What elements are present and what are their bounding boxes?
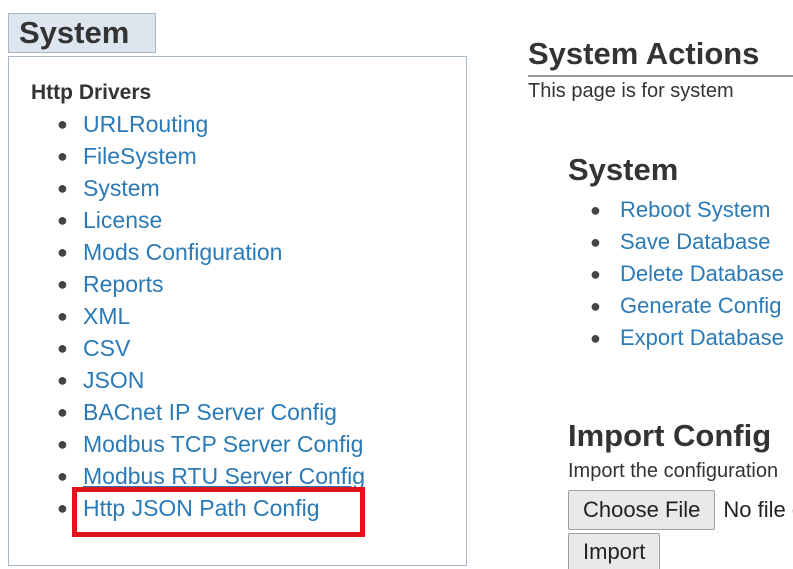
system-link[interactable]: System bbox=[83, 175, 160, 201]
bullet-icon: ● bbox=[57, 402, 68, 422]
list-item: ● Mods Configuration bbox=[31, 236, 365, 268]
save-database-link[interactable]: Save Database bbox=[620, 229, 770, 254]
bullet-icon: ● bbox=[57, 210, 68, 230]
list-item: ● License bbox=[31, 204, 365, 236]
list-item: ● Http JSON Path Config bbox=[31, 492, 365, 524]
page-description: This page is for system bbox=[528, 80, 734, 102]
http-drivers-list: ● URLRouting ● FileSystem ● System ● License… bbox=[31, 108, 365, 524]
bullet-icon: ● bbox=[590, 328, 601, 348]
import-row: Import bbox=[568, 533, 661, 569]
reboot-system-link[interactable]: Reboot System bbox=[620, 197, 770, 222]
modbus-tcp-server-config-link[interactable]: Modbus TCP Server Config bbox=[83, 431, 363, 457]
page-title: System Actions bbox=[528, 36, 760, 71]
list-item: ● BACnet IP Server Config bbox=[31, 396, 365, 428]
list-item: ● Reports bbox=[31, 268, 365, 300]
main-content: System Actions This page is for system S… bbox=[520, 0, 793, 569]
delete-database-link[interactable]: Delete Database bbox=[620, 261, 784, 286]
list-item: ● System bbox=[31, 172, 365, 204]
mods-configuration-link[interactable]: Mods Configuration bbox=[83, 239, 282, 265]
list-item: ● JSON bbox=[31, 364, 365, 396]
bullet-icon: ● bbox=[590, 296, 601, 316]
bacnet-ip-server-config-link[interactable]: BACnet IP Server Config bbox=[83, 399, 337, 425]
list-item: ● Generate Config bbox=[568, 290, 784, 322]
system-actions-list: ● Reboot System ● Save Database ● Delete Da… bbox=[568, 194, 784, 354]
list-item: ● Export Database bbox=[568, 322, 784, 354]
bullet-icon: ● bbox=[57, 242, 68, 262]
list-item: ● Modbus TCP Server Config bbox=[31, 428, 365, 460]
file-status-text: No file chosen bbox=[723, 497, 793, 522]
license-link[interactable]: License bbox=[83, 207, 162, 233]
list-item: ● URLRouting bbox=[31, 108, 365, 140]
urlrouting-link[interactable]: URLRouting bbox=[83, 111, 208, 137]
list-item: ● Delete Database bbox=[568, 258, 784, 290]
http-drivers-heading: Http Drivers bbox=[31, 81, 152, 104]
system-section-title: System bbox=[568, 152, 679, 187]
bullet-icon: ● bbox=[57, 498, 68, 518]
list-item: ● Reboot System bbox=[568, 194, 784, 226]
export-database-link[interactable]: Export Database bbox=[620, 325, 784, 350]
list-item: ● FileSystem bbox=[31, 140, 365, 172]
import-config-title: Import Config bbox=[568, 418, 772, 453]
choose-file-button[interactable]: Choose File bbox=[568, 490, 716, 530]
bullet-icon: ● bbox=[590, 200, 601, 220]
import-button[interactable]: Import bbox=[568, 533, 661, 569]
bullet-icon: ● bbox=[57, 178, 68, 198]
bullet-icon: ● bbox=[57, 466, 68, 486]
page: System Http Drivers ● URLRouting ● FileSys… bbox=[0, 0, 793, 569]
bullet-icon: ● bbox=[57, 370, 68, 390]
file-input[interactable]: Choose File No file chosen bbox=[568, 490, 793, 530]
import-config-description: Import the configuration bbox=[568, 460, 779, 482]
bullet-icon: ● bbox=[57, 338, 68, 358]
bullet-icon: ● bbox=[57, 146, 68, 166]
filesystem-link[interactable]: FileSystem bbox=[83, 143, 197, 169]
csv-link[interactable]: CSV bbox=[83, 335, 130, 361]
list-item: ● Modbus RTU Server Config bbox=[31, 460, 365, 492]
modbus-rtu-server-config-link[interactable]: Modbus RTU Server Config bbox=[83, 463, 365, 489]
bullet-icon: ● bbox=[57, 274, 68, 294]
json-link[interactable]: JSON bbox=[83, 367, 144, 393]
xml-link[interactable]: XML bbox=[83, 303, 130, 329]
bullet-icon: ● bbox=[590, 232, 601, 252]
sidebar-title: System bbox=[8, 13, 156, 53]
title-divider bbox=[528, 75, 793, 77]
bullet-icon: ● bbox=[590, 264, 601, 284]
bullet-icon: ● bbox=[57, 114, 68, 134]
list-item: ● CSV bbox=[31, 332, 365, 364]
generate-config-link[interactable]: Generate Config bbox=[620, 293, 781, 318]
bullet-icon: ● bbox=[57, 306, 68, 326]
http-json-path-config-link[interactable]: Http JSON Path Config bbox=[83, 495, 320, 521]
list-item: ● XML bbox=[31, 300, 365, 332]
reports-link[interactable]: Reports bbox=[83, 271, 164, 297]
list-item: ● Save Database bbox=[568, 226, 784, 258]
bullet-icon: ● bbox=[57, 434, 68, 454]
